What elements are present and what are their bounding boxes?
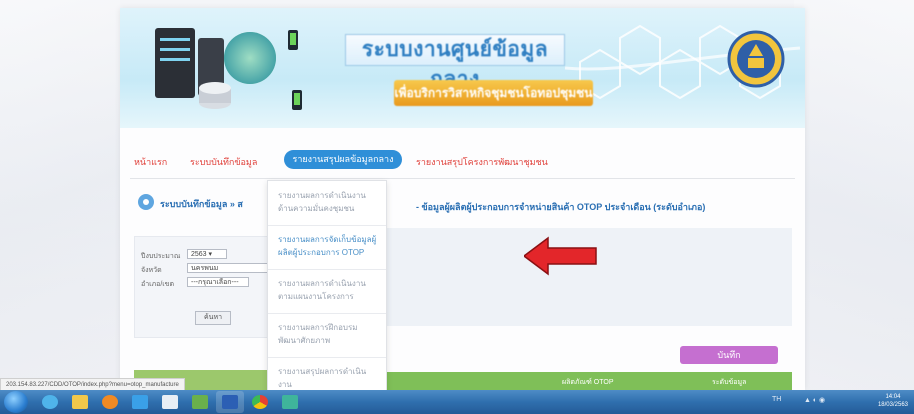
dropdown-item-label: รายงานผลการดำเนินงานตามแผนงานโครงการ bbox=[278, 279, 366, 301]
system-tray: TH ▲ ◐ ◉ 14:04 18/03/2563 bbox=[764, 390, 914, 414]
dropdown-item-highlighted[interactable]: รายงานผลการจัดเก็บข้อมูลผู้ผลิตผู้ประกอบ… bbox=[268, 225, 386, 270]
dropdown-item-label: รายงานผลการฝึกอบรมพัฒนาศักยภาพ bbox=[278, 323, 358, 345]
background-left bbox=[0, 0, 120, 390]
site-subtitle: เพื่อบริการวิสาหกิจชุมชนโอทอปชุมชน bbox=[394, 80, 593, 106]
dropdown-item-label: รายงานสรุปผลการดำเนินงาน bbox=[278, 367, 367, 389]
clock[interactable]: 14:04 18/03/2563 bbox=[878, 393, 908, 409]
taskbar-window-button[interactable] bbox=[156, 391, 184, 413]
windows-taskbar: TH ▲ ◐ ◉ 14:04 18/03/2563 bbox=[0, 390, 914, 414]
government-seal-logo bbox=[727, 30, 785, 88]
sidebar-title: ระบบบันทึกข้อมูล » ส bbox=[160, 199, 243, 209]
language-indicator[interactable]: TH bbox=[772, 396, 781, 403]
province-field[interactable]: นครพนม bbox=[187, 263, 269, 273]
province-label: จังหวัด bbox=[141, 267, 162, 274]
word-icon bbox=[222, 395, 238, 409]
clock-date: 18/03/2563 bbox=[877, 402, 908, 408]
taskbar-word-button[interactable] bbox=[216, 391, 244, 413]
dropdown-item-label: รายงานผลการจัดเก็บข้อมูลผู้ผลิตผู้ประกอบ… bbox=[278, 235, 377, 257]
nav-divider bbox=[130, 178, 795, 179]
year-select[interactable]: 2563 ▾ bbox=[187, 249, 227, 259]
sidebar-header: ระบบบันทึกข้อมูล » ส bbox=[136, 190, 276, 214]
chrome-icon bbox=[252, 395, 268, 409]
taskbar-ie-button[interactable] bbox=[36, 391, 64, 413]
app-icon bbox=[132, 395, 148, 409]
dropdown-item[interactable]: รายงานผลการดำเนินงานด้านความมั่นคงชุมชน bbox=[268, 181, 386, 226]
table-header: ผลิตภัณฑ์ OTOP ระดับข้อมูล bbox=[382, 372, 792, 390]
tray-icons[interactable]: ▲ ◐ ◉ bbox=[804, 396, 825, 404]
taskbar-app2-button[interactable] bbox=[186, 391, 214, 413]
district-label: อำเภอ/เขต bbox=[141, 281, 175, 288]
dropdown-item[interactable]: รายงานผลการดำเนินงานตามแผนงานโครงการ bbox=[268, 269, 386, 314]
site-title: ระบบงานศูนย์ข้อมูลกลาง bbox=[345, 34, 565, 91]
dropdown-item[interactable]: รายงานสรุปผลการดำเนินงาน bbox=[268, 357, 386, 390]
media-player-icon bbox=[102, 395, 118, 409]
start-button[interactable] bbox=[4, 391, 28, 413]
nav-data-entry[interactable]: ระบบบันทึกข้อมูล bbox=[190, 155, 257, 169]
red-arrow-annotation bbox=[524, 236, 597, 276]
report-title: - ข้อมูลผู้ผลิตผู้ประกอบการจำหน่ายสินค้า… bbox=[416, 202, 706, 212]
app3-icon bbox=[282, 395, 298, 409]
search-button[interactable]: ค้นหา bbox=[195, 311, 231, 325]
taskbar-explorer-button[interactable] bbox=[66, 391, 94, 413]
taskbar-app-button[interactable] bbox=[126, 391, 154, 413]
dropdown-item-label: รายงานผลการดำเนินงานด้านความมั่นคงชุมชน bbox=[278, 191, 366, 213]
save-button[interactable]: บันทึก bbox=[680, 346, 778, 364]
window-icon bbox=[162, 395, 178, 409]
taskbar-chrome-button[interactable] bbox=[246, 391, 274, 413]
report-dropdown-menu: รายงานผลการดำเนินงานด้านความมั่นคงชุมชน … bbox=[267, 180, 387, 390]
gear-globe-icon bbox=[138, 194, 154, 210]
table-header-product: ผลิตภัณฑ์ OTOP bbox=[562, 379, 614, 386]
dropdown-item[interactable]: รายงานผลการฝึกอบรมพัฒนาศักยภาพ bbox=[268, 313, 386, 358]
folder-icon bbox=[72, 395, 88, 409]
background-right bbox=[794, 0, 914, 390]
app2-icon bbox=[192, 395, 208, 409]
taskbar-app3-button[interactable] bbox=[276, 391, 304, 413]
table-header-level: ระดับข้อมูล bbox=[712, 379, 747, 386]
taskbar-media-button[interactable] bbox=[96, 391, 124, 413]
clock-time: 14:04 bbox=[885, 394, 901, 400]
filter-form: ปีงบประมาณ 2563 ▾ จังหวัด นครพนม อำเภอ/เ… bbox=[134, 236, 276, 338]
nav-home[interactable]: หน้าแรก bbox=[134, 155, 167, 169]
site-banner: ระบบงานศูนย์ข้อมูลกลาง เพื่อบริการวิสาหก… bbox=[120, 8, 805, 128]
district-select[interactable]: ---กรุณาเลือก--- bbox=[187, 277, 249, 287]
internet-explorer-icon bbox=[42, 395, 58, 409]
nav-community-report[interactable]: รายงานสรุปโครงการพัฒนาชุมชน bbox=[416, 155, 548, 169]
year-label: ปีงบประมาณ bbox=[141, 253, 181, 260]
nav-summary-report-active[interactable]: รายงานสรุปผลข้อมูลกลาง bbox=[284, 150, 402, 169]
browser-page: ระบบงานศูนย์ข้อมูลกลาง เพื่อบริการวิสาหก… bbox=[120, 8, 805, 390]
main-nav: หน้าแรก ระบบบันทึกข้อมูล รายงานสรุปผลข้อ… bbox=[120, 148, 805, 174]
